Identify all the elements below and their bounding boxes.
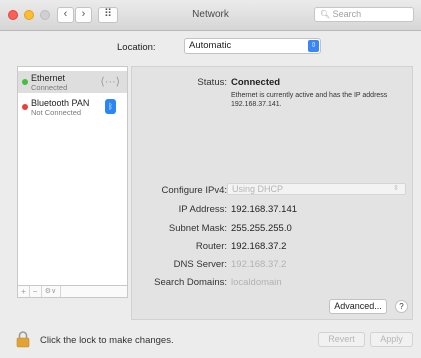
service-item-bluetooth-pan[interactable]: Bluetooth PAN Not Connected ᛒ [18,96,127,118]
configure-ipv4-select[interactable]: Using DHCP ⇳ [227,183,406,195]
dns-server-value: 192.168.37.2 [231,259,287,270]
search-domains-value: localdomain [231,277,282,288]
service-status: Not Connected [31,108,82,117]
router-label: Router: [195,241,227,252]
help-button[interactable]: ? [395,300,408,313]
subnet-mask-value: 255.255.255.0 [231,223,292,234]
updown-arrow-icon: ⇳ [308,40,319,52]
updown-arrow-icon: ⇳ [393,185,399,192]
apply-button[interactable]: Apply [370,332,413,347]
status-label: Status: [197,77,227,88]
status-dot-green [22,79,28,85]
service-item-ethernet[interactable]: Ethernet Connected ⟨···⟩ [18,71,127,93]
search-icon: 🔍︎ [320,10,331,19]
lock-message: Click the lock to make changes. [40,335,174,346]
location-value: Automatic [189,40,232,51]
bluetooth-icon: ᛒ [105,99,116,114]
service-name: Ethernet [31,73,66,83]
status-dot-red [22,104,28,110]
subnet-mask-label: Subnet Mask: [168,223,227,234]
service-list-toolbar: + − ⚙∨ [17,286,128,298]
service-name: Bluetooth PAN [31,98,90,108]
revert-button[interactable]: Revert [318,332,365,347]
configure-ipv4-label: Configure IPv4: [161,185,227,196]
status-description: Ethernet is currently active and has the… [231,92,388,108]
search-domains-label: Search Domains: [154,277,227,288]
dns-server-label: DNS Server: [173,259,227,270]
configure-ipv4-value: Using DHCP [232,184,284,194]
status-value: Connected [231,77,281,88]
ip-address-value: 192.168.37.141 [231,204,298,215]
action-menu-button[interactable]: ⚙∨ [41,286,61,297]
search-placeholder: Search [332,9,362,19]
location-label: Location: [117,42,156,53]
service-list: Ethernet Connected ⟨···⟩ Bluetooth PAN N… [17,66,128,286]
title-bar: ‹ › ⠿ Network 🔍︎ Search [0,0,421,31]
router-value: 192.168.37.2 [231,241,287,252]
service-status: Connected [31,83,68,92]
search-input[interactable]: 🔍︎ Search [314,7,414,22]
location-select[interactable]: Automatic ⇳ [184,38,321,54]
ip-address-label: IP Address: [178,204,227,215]
advanced-button[interactable]: Advanced... [329,299,387,314]
lock-icon[interactable] [16,330,30,348]
ethernet-icon: ⟨···⟩ [100,76,120,88]
